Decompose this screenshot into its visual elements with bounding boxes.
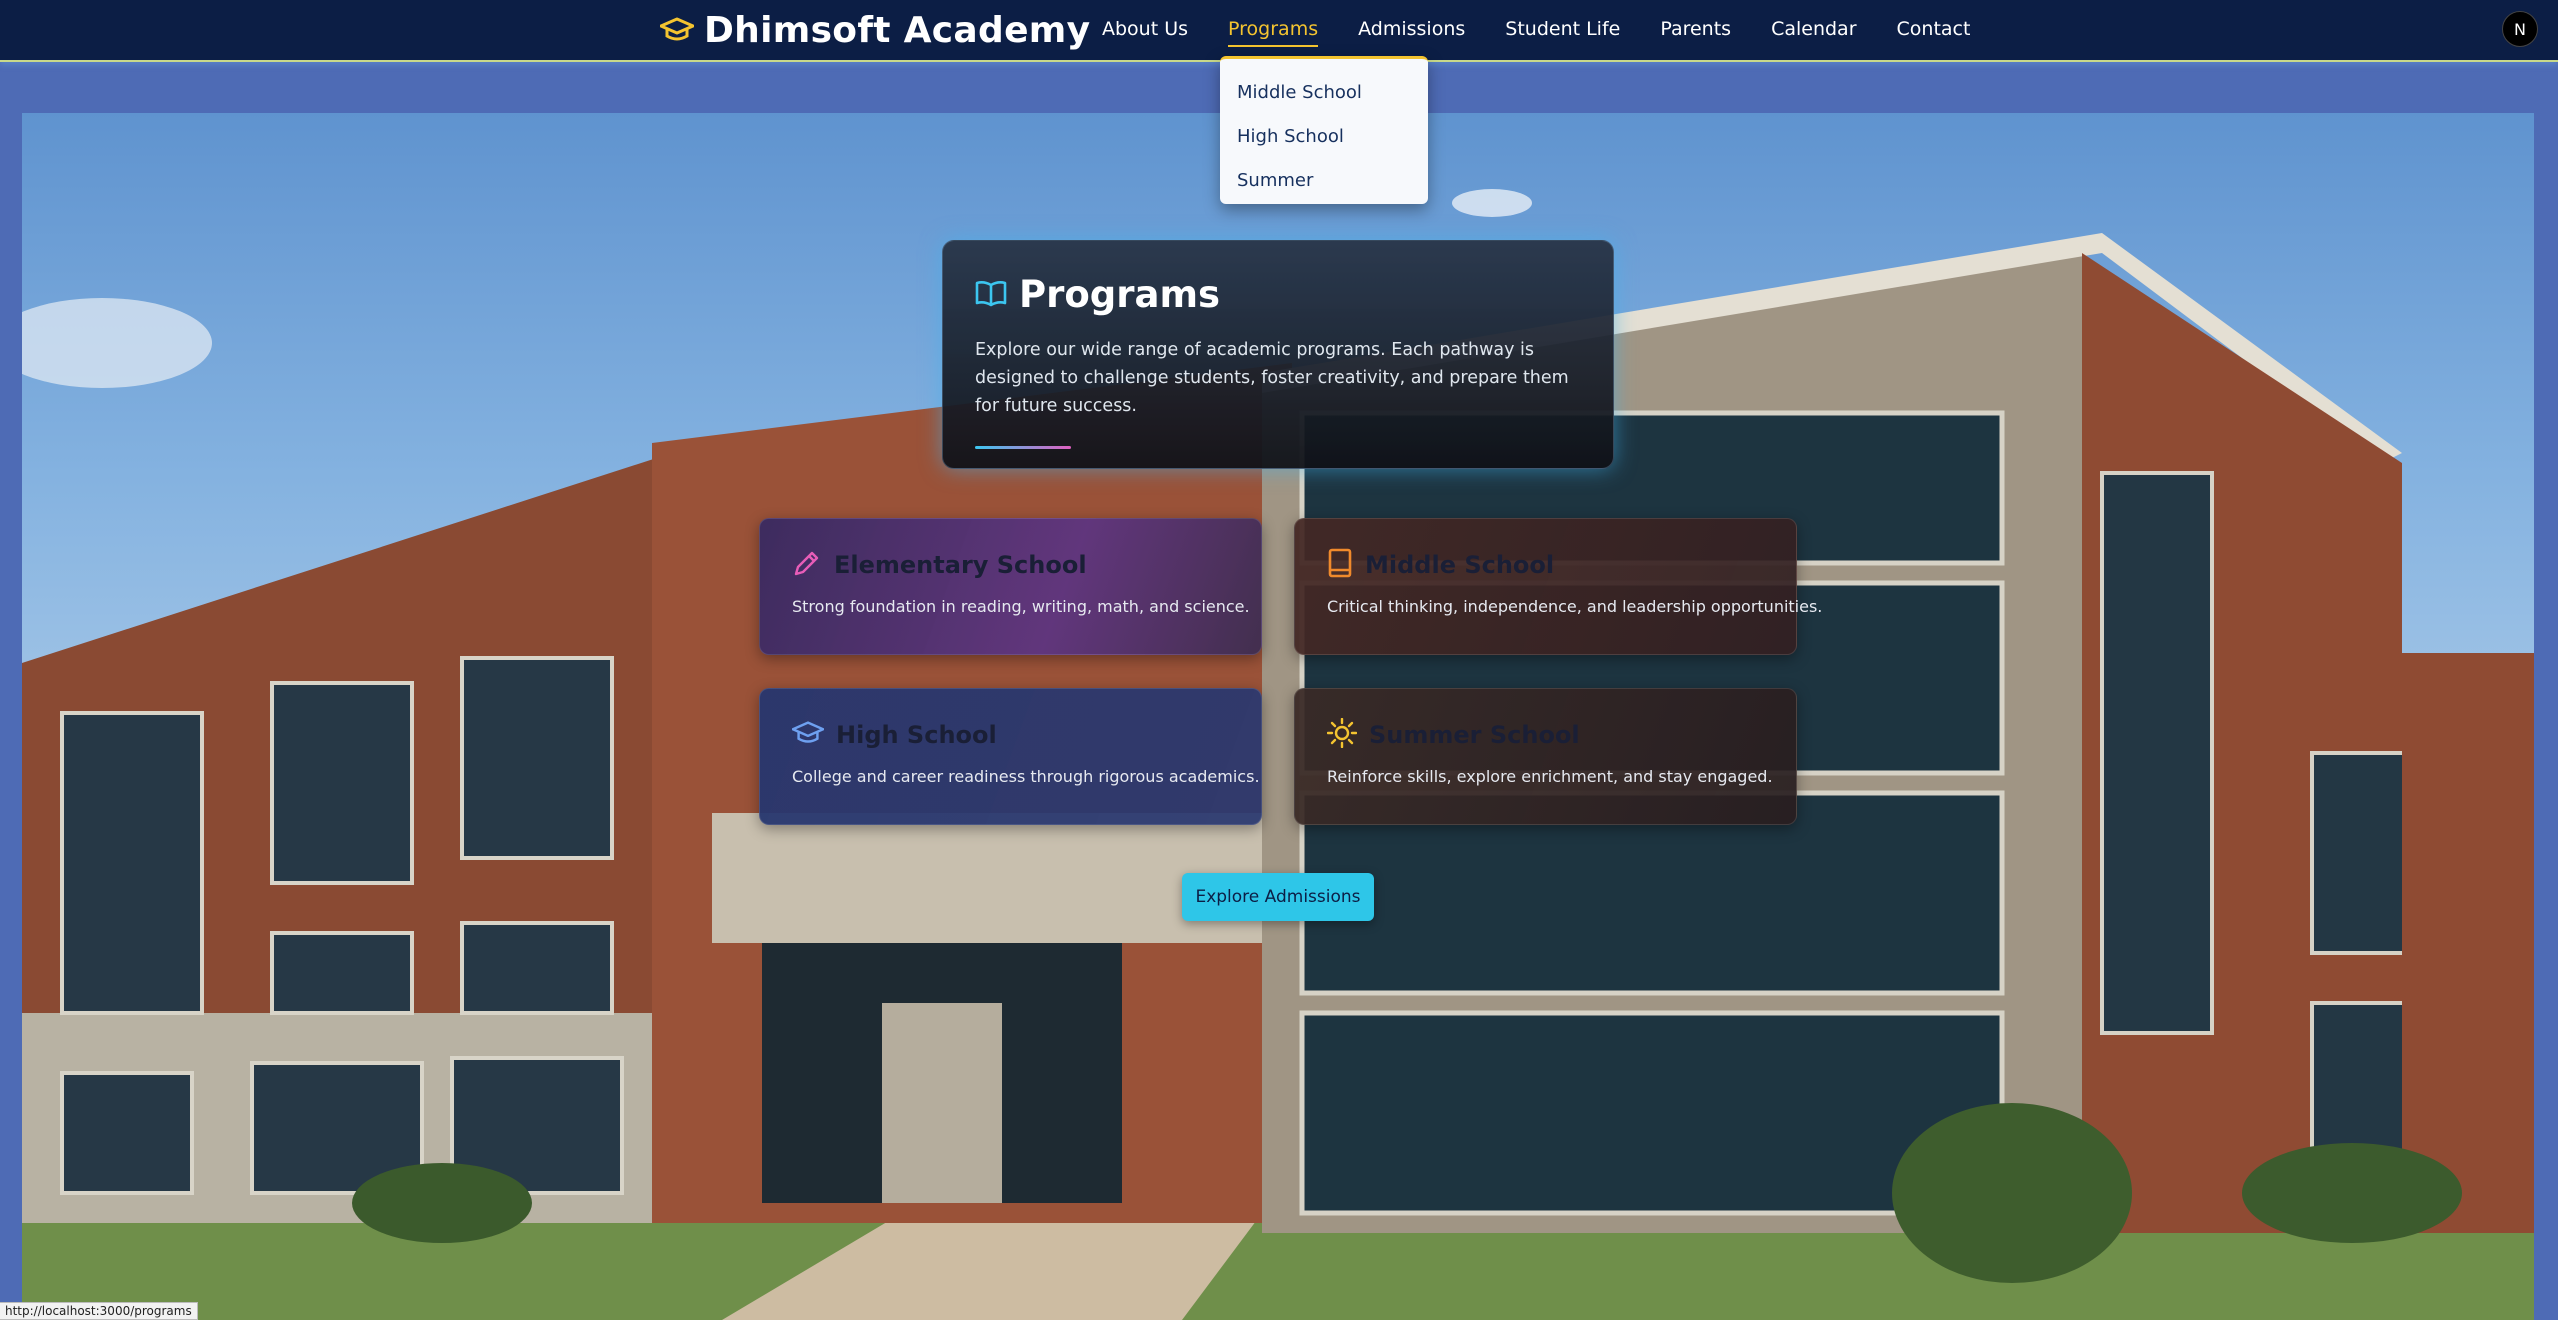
programs-intro-card: Programs Explore our wide range of acade… [942, 240, 1614, 469]
program-title: Middle School [1365, 551, 1555, 579]
program-title: Summer School [1369, 721, 1580, 749]
avatar[interactable]: N [2502, 11, 2538, 47]
status-bar-url: http://localhost:3000/programs [0, 1302, 198, 1320]
book-icon [1327, 548, 1353, 582]
graduation-cap-icon [660, 15, 694, 45]
program-description: Reinforce skills, explore enrichment, an… [1327, 767, 1773, 786]
page-title: Programs [1019, 273, 1221, 316]
nav-item-calendar[interactable]: Calendar [1771, 18, 1856, 40]
nav-item-admissions[interactable]: Admissions [1358, 18, 1465, 40]
top-navbar: Dhimsoft Academy About Us Programs Admis… [0, 0, 2558, 62]
sun-icon [1326, 717, 1358, 752]
program-card-middle[interactable]: Middle School Critical thinking, indepen… [1294, 518, 1823, 655]
nav-item-programs[interactable]: Programs [1228, 18, 1319, 47]
dropdown-item-summer[interactable]: Summer [1220, 159, 1428, 203]
pencil-icon [792, 548, 822, 582]
brand-link[interactable]: Dhimsoft Academy [660, 4, 1090, 56]
nav-item-about-us[interactable]: About Us [1102, 18, 1188, 40]
explore-admissions-button[interactable]: Explore Admissions [1182, 873, 1374, 921]
program-card-high[interactable]: High School College and career readiness… [759, 688, 1262, 825]
dropdown-item-middle-school[interactable]: Middle School [1220, 71, 1428, 115]
nav-item-contact[interactable]: Contact [1897, 18, 1971, 40]
program-title: High School [836, 721, 997, 749]
gradient-divider [975, 446, 1071, 449]
hero-section: Programs Explore our wide range of acade… [22, 113, 2534, 1320]
intro-header: Programs [975, 273, 1581, 316]
program-card-summer[interactable]: Summer School Reinforce skills, explore … [1294, 688, 1797, 825]
brand-title: Dhimsoft Academy [704, 9, 1091, 51]
program-title: Elementary School [834, 551, 1087, 579]
open-book-icon [975, 279, 1007, 311]
nav-item-student-life[interactable]: Student Life [1505, 18, 1620, 40]
dropdown-item-high-school[interactable]: High School [1220, 115, 1428, 159]
program-description: Critical thinking, independence, and lea… [1327, 597, 1823, 616]
program-description: Strong foundation in reading, writing, m… [792, 597, 1250, 616]
main-nav: About Us Programs Admissions Student Lif… [1102, 0, 2010, 58]
program-description: College and career readiness through rig… [792, 767, 1260, 786]
intro-description: Explore our wide range of academic progr… [975, 340, 1569, 416]
programs-dropdown-menu: Middle School High School Summer [1220, 56, 1428, 204]
program-card-elementary[interactable]: Elementary School Strong foundation in r… [759, 518, 1262, 655]
nav-item-parents[interactable]: Parents [1660, 18, 1731, 40]
graduation-cap-icon [791, 720, 825, 750]
